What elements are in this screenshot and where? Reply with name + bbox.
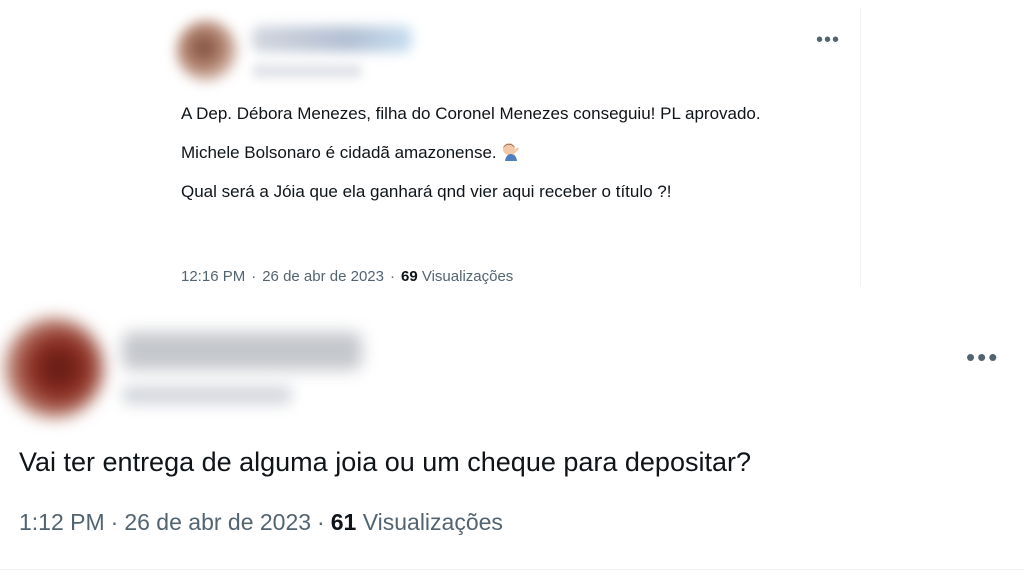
tweet-text: A Dep. Débora Menezes, filha do Coronel … — [181, 102, 821, 219]
author-name-blurred[interactable] — [122, 332, 362, 370]
tweet-meta: 1:12 PM · 26 de abr de 2023 · 61 Visualizaçõ… — [19, 509, 503, 535]
avatar[interactable] — [176, 20, 238, 82]
timestamp-date[interactable]: 26 de abr de 2023 — [124, 509, 311, 535]
views-count: 69 — [401, 268, 418, 285]
timestamp-time[interactable]: 1:12 PM — [19, 509, 105, 535]
more-options-icon[interactable]: ••• — [816, 30, 840, 50]
tweet-text: Vai ter entrega de alguma joia ou um che… — [19, 447, 751, 477]
timestamp-date[interactable]: 26 de abr de 2023 — [262, 268, 384, 285]
views-label: Visualizações — [421, 268, 514, 285]
tweet-card-1: ••• A Dep. Débora Menezes, filha do Coro… — [160, 8, 861, 286]
person-facepalming-icon — [501, 141, 521, 161]
views-label: Visualizações — [362, 509, 503, 535]
author-handle-blurred[interactable] — [252, 64, 362, 78]
avatar[interactable] — [4, 318, 104, 418]
more-options-icon[interactable]: ••• — [966, 344, 999, 370]
tweet-meta: 12:16 PM · 26 de abr de 2023 · 69 Visualizaç… — [181, 268, 514, 285]
author-handle-blurred[interactable] — [122, 385, 292, 405]
author-name-blurred[interactable] — [252, 26, 412, 52]
tweet-paragraph: A Dep. Débora Menezes, filha do Coronel … — [181, 104, 761, 123]
views-count: 61 — [330, 509, 357, 535]
divider — [0, 569, 1024, 570]
tweet-paragraph: Michele Bolsonaro é cidadã amazonense. — [181, 141, 821, 164]
tweet-paragraph: Qual será a Jóia que ela ganhará qnd vie… — [181, 182, 672, 201]
timestamp-time[interactable]: 12:16 PM — [181, 268, 245, 285]
tweet-card-2: ••• Vai ter entrega de alguma joia ou um… — [0, 290, 1024, 575]
